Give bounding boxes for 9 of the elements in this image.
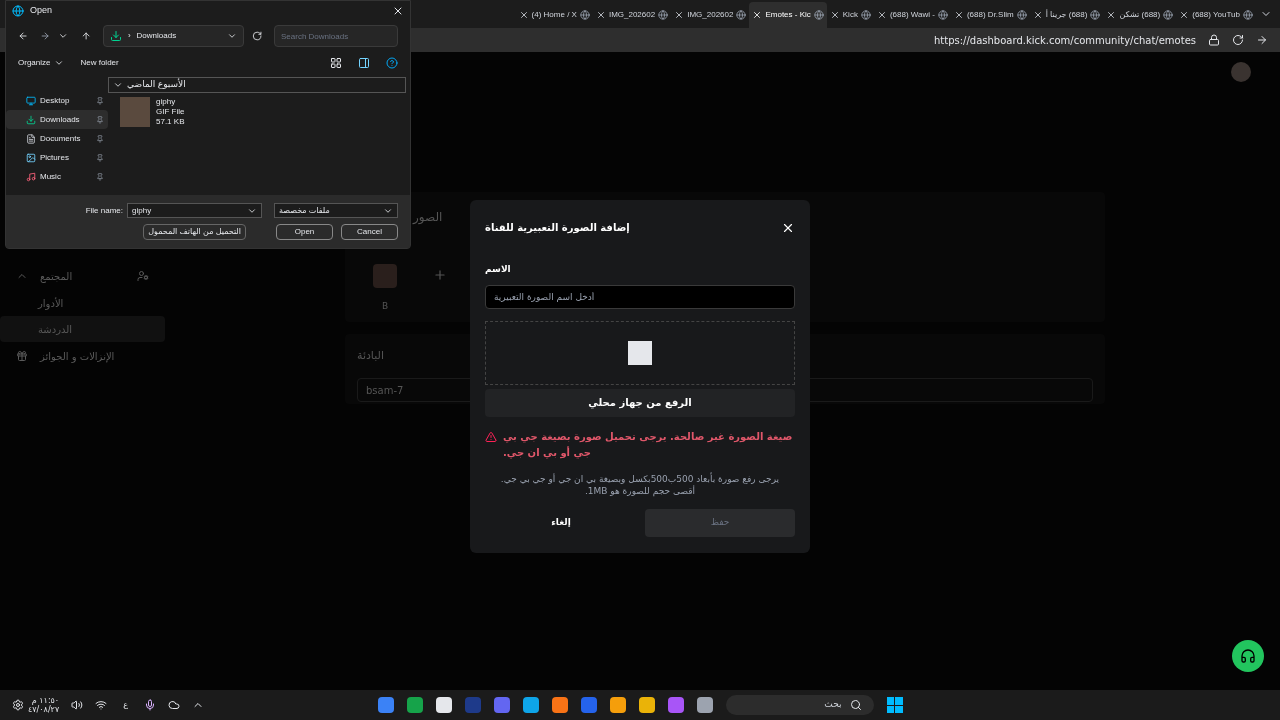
- modal-title: إضافة الصورة التعبيرية للقناة: [485, 221, 630, 235]
- error-message: صيغة الصورة غير صالحة. يرجى تحميل صورة بصيغة جي بي جي أو بي ان جي.: [503, 429, 794, 461]
- field-label: الاسم: [485, 264, 511, 274]
- emote-name: B: [381, 300, 389, 313]
- hint-text: يرجى رفع صورة بأبعاد 500ب500بكسل وبصيغة بي ان جي أو جي بي جي. أقصى حجم للصورة هو 1MB.: [499, 472, 781, 497]
- card-title: الصور: [413, 210, 443, 224]
- card-title: البادئة: [357, 349, 384, 362]
- window-title: Open: [30, 4, 53, 18]
- field-label: File name:: [85, 204, 123, 217]
